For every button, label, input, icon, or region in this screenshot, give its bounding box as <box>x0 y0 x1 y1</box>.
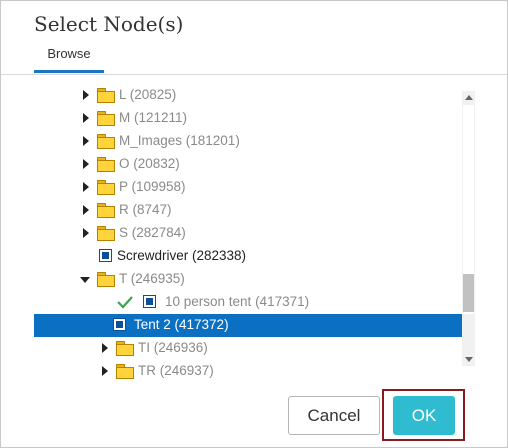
tree-row-label: M_Images (181201) <box>119 133 240 148</box>
folder-icon <box>116 364 134 379</box>
tree-row-label: T (246935) <box>119 271 185 286</box>
tree-scrollbar[interactable] <box>462 91 475 366</box>
expand-arrow-icon[interactable] <box>80 222 92 245</box>
node-icon <box>143 295 156 308</box>
expand-arrow-icon[interactable] <box>80 85 92 107</box>
folder-icon <box>97 180 115 195</box>
scroll-up-arrow-icon[interactable] <box>462 91 475 104</box>
check-icon <box>116 294 134 310</box>
tree-row-label: S (282784) <box>119 225 186 240</box>
tree-row-label: P (109958) <box>119 179 186 194</box>
scrollbar-thumb[interactable] <box>463 274 474 312</box>
tree-row[interactable]: TI (246936) <box>34 337 462 360</box>
folder-icon <box>97 157 115 172</box>
node-icon <box>113 318 126 331</box>
expand-arrow-icon[interactable] <box>80 176 92 199</box>
tab-divider <box>1 74 507 75</box>
tree-row-label: M (121211) <box>119 110 188 125</box>
node-icon <box>99 249 112 262</box>
select-node-dialog: Select Node(s) Browse L (20825) M (121211… <box>0 0 508 448</box>
tree-row-label: R (8747) <box>119 202 172 217</box>
tree-row[interactable]: L (20825) <box>34 85 462 107</box>
cancel-button[interactable]: Cancel <box>288 396 380 435</box>
folder-icon <box>116 341 134 356</box>
expand-arrow-icon[interactable] <box>80 199 92 222</box>
tree-row[interactable]: M (121211) <box>34 107 462 130</box>
tree-row-label: TI (246936) <box>138 340 208 355</box>
tree-row[interactable]: TR (246937) <box>34 360 462 381</box>
folder-icon <box>97 226 115 241</box>
tree-row-label: 10 person tent (417371) <box>165 294 310 309</box>
tree-row-selected[interactable]: Tent 2 (417372) <box>34 314 462 337</box>
expand-arrow-icon[interactable] <box>80 153 92 176</box>
tree-row-label: TR (246937) <box>138 363 214 378</box>
tree-row-label: Screwdriver (282338) <box>117 248 247 263</box>
tree-row[interactable]: M_Images (181201) <box>34 130 462 153</box>
tree-row[interactable]: T (246935) <box>34 268 462 291</box>
expand-arrow-icon[interactable] <box>80 130 92 153</box>
dialog-title: Select Node(s) <box>34 12 184 36</box>
folder-icon <box>97 111 115 126</box>
tree-row-label: O (20832) <box>119 156 180 171</box>
tree-row-label: L (20825) <box>119 87 177 102</box>
tree-row[interactable]: 10 person tent (417371) <box>34 291 462 314</box>
tree-row[interactable]: P (109958) <box>34 176 462 199</box>
ok-button[interactable]: OK <box>393 396 455 435</box>
tree-row[interactable]: O (20832) <box>34 153 462 176</box>
folder-icon <box>97 134 115 149</box>
tree-row[interactable]: R (8747) <box>34 199 462 222</box>
tab-browse[interactable]: Browse <box>34 45 104 73</box>
expand-arrow-icon[interactable] <box>99 360 111 381</box>
expand-arrow-icon[interactable] <box>99 337 111 360</box>
tree-row[interactable]: Screwdriver (282338) <box>34 245 462 268</box>
collapse-arrow-icon[interactable] <box>80 268 92 291</box>
scroll-down-arrow-icon[interactable] <box>462 353 475 366</box>
expand-arrow-icon[interactable] <box>80 107 92 130</box>
tree-row-label: Tent 2 (417372) <box>134 317 229 332</box>
node-tree: L (20825) M (121211) M_Images (181201) O (2… <box>34 85 462 381</box>
tree-row[interactable]: S (282784) <box>34 222 462 245</box>
folder-icon <box>97 203 115 218</box>
folder-icon <box>97 272 115 287</box>
folder-icon <box>97 88 115 103</box>
